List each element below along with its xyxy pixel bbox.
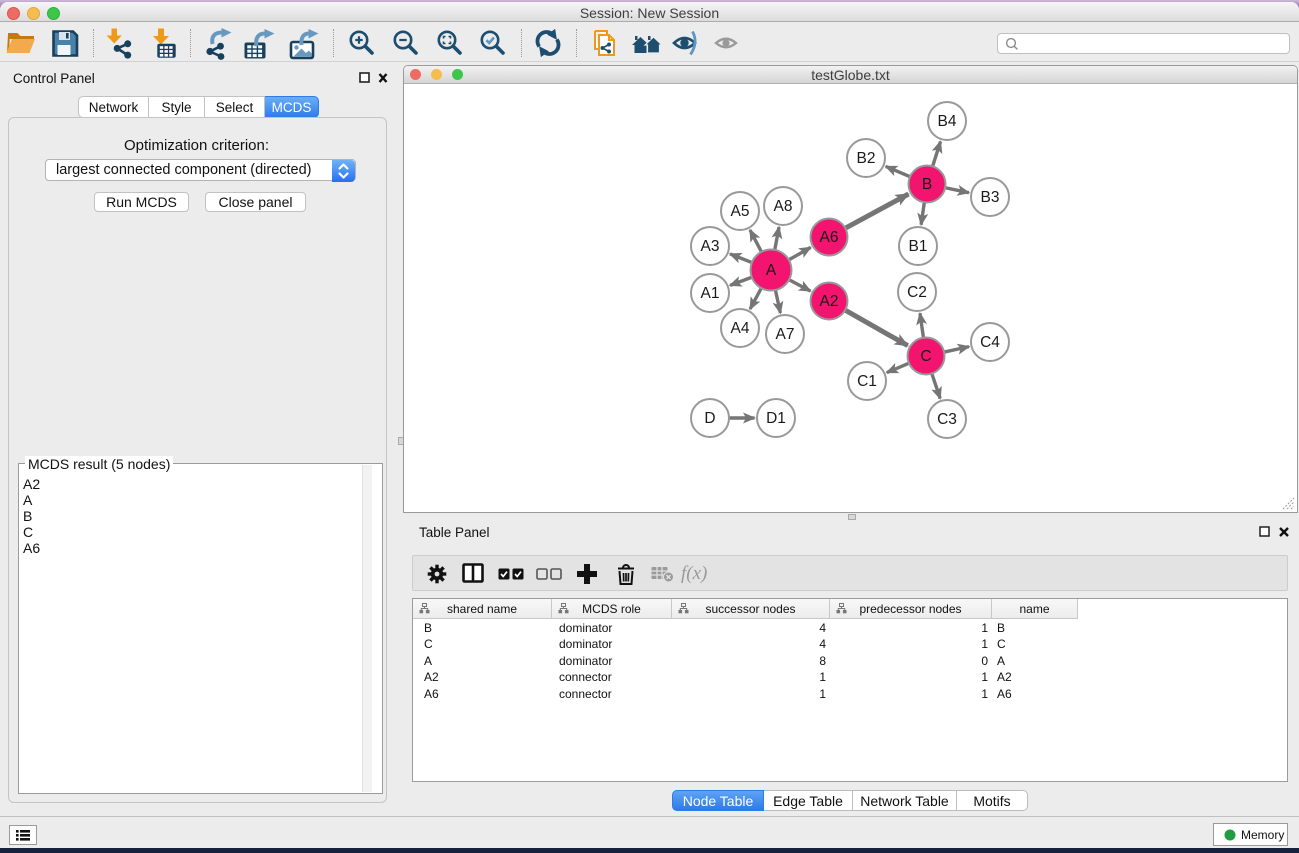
svg-text:A8: A8 — [774, 198, 793, 215]
svg-text:B4: B4 — [938, 113, 957, 130]
svg-text:A5: A5 — [731, 203, 750, 220]
svg-text:A6: A6 — [820, 229, 839, 246]
svg-text:B3: B3 — [981, 189, 1000, 206]
svg-text:C3: C3 — [937, 411, 957, 428]
svg-text:D1: D1 — [766, 410, 786, 427]
svg-text:D: D — [704, 410, 715, 427]
svg-text:A2: A2 — [820, 293, 839, 310]
svg-text:A7: A7 — [776, 326, 795, 343]
svg-text:B1: B1 — [909, 238, 928, 255]
svg-text:C1: C1 — [857, 373, 877, 390]
svg-text:f(x): f(x) — [681, 563, 707, 584]
svg-text:A: A — [766, 262, 777, 279]
svg-text:C4: C4 — [980, 334, 1000, 351]
svg-text:A3: A3 — [701, 238, 720, 255]
svg-text:A1: A1 — [701, 285, 720, 302]
svg-text:C: C — [920, 348, 931, 365]
svg-text:B: B — [922, 176, 932, 193]
svg-text:B2: B2 — [857, 150, 876, 167]
svg-text:C2: C2 — [907, 284, 927, 301]
svg-text:A4: A4 — [731, 320, 750, 337]
